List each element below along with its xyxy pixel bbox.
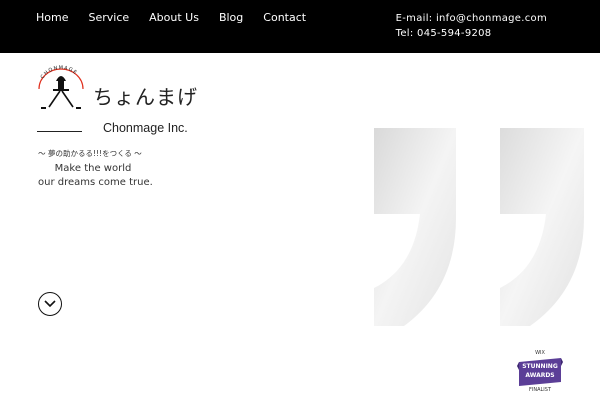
- nav-blog[interactable]: Blog: [219, 11, 243, 24]
- main-nav: Home Service About Us Blog Contact: [36, 11, 326, 24]
- tagline-line-1: Make the world: [54, 163, 132, 174]
- contact-info: E-mail: info@chonmage.com Tel: 045-594-9…: [396, 11, 547, 41]
- scroll-down-button[interactable]: [38, 292, 62, 316]
- nav-home[interactable]: Home: [36, 11, 68, 24]
- quote-mark-left-image: [374, 128, 456, 326]
- contact-email[interactable]: E-mail: info@chonmage.com: [396, 11, 547, 26]
- tagline-japanese: ～ 夢の助かるる!!!をつくる ～: [38, 149, 142, 158]
- badge-stunning-text: STUNNING: [522, 363, 558, 370]
- chonmage-logo-icon: CHONMAGE: [38, 65, 84, 109]
- nav-service[interactable]: Service: [88, 11, 129, 24]
- nav-contact[interactable]: Contact: [263, 11, 306, 24]
- wix-awards-badge[interactable]: WIX STUNNING AWARDS FINALIST: [517, 348, 563, 396]
- nav-about-us[interactable]: About Us: [149, 11, 199, 24]
- tagline-line-2: our dreams come true.: [38, 177, 153, 188]
- logo-japanese-name: ちょんまげ: [93, 85, 198, 109]
- badge-awards-text: AWARDS: [525, 372, 555, 379]
- company-name: Chonmage Inc.: [103, 121, 188, 135]
- contact-tel: Tel: 045-594-9208: [395, 28, 492, 39]
- site-logo[interactable]: CHONMAGE ちょんまげ: [35, 63, 205, 123]
- badge-finalist-text: FINALIST: [529, 387, 551, 393]
- chevron-down-icon: [44, 300, 56, 308]
- quote-mark-right-image: [500, 128, 584, 326]
- top-navigation-bar: Home Service About Us Blog Contact E-mai…: [0, 0, 600, 53]
- tagline: ～ 夢の助かるる!!!をつくる ～ Make the world our dre…: [38, 148, 153, 188]
- logo-divider: [37, 131, 82, 132]
- badge-wix-text: WIX: [535, 350, 545, 356]
